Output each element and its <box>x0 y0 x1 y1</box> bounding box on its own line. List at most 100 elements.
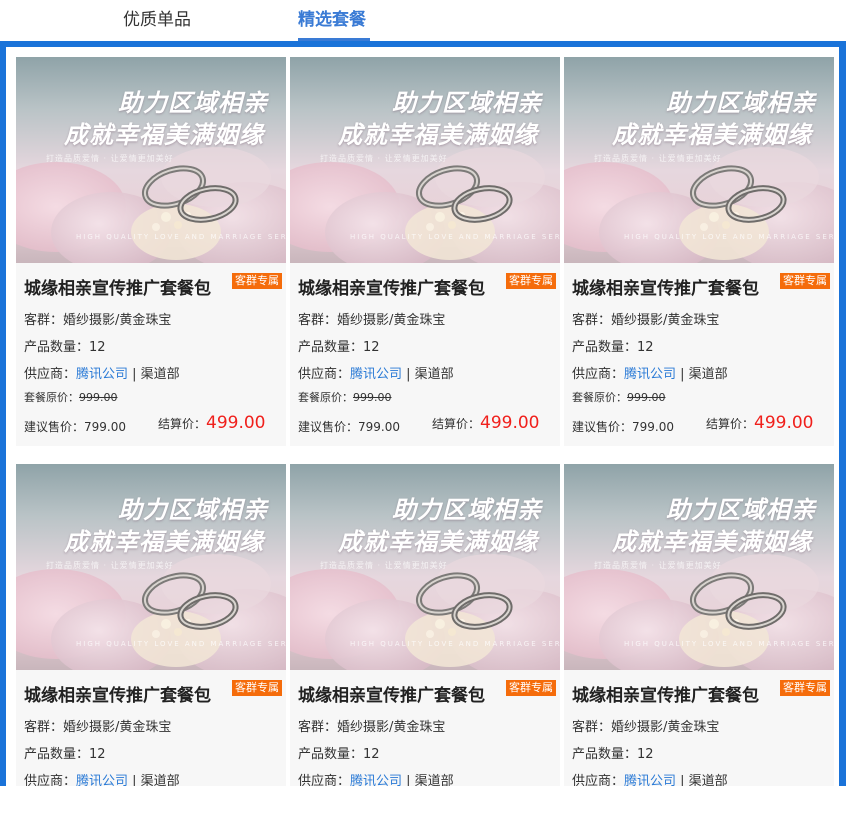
quantity-label: 产品数量： <box>298 747 364 762</box>
suggested-price-row: 建议售价：799.00 <box>572 418 674 435</box>
audience-value: 婚纱摄影/黄金珠宝 <box>337 720 446 735</box>
supplier-link[interactable]: 腾讯公司 <box>350 774 402 786</box>
package-card[interactable]: 助力区域相亲 成就幸福美满姻缘 打造品质爱情 · 让爱情更加美好 HIGH QU… <box>290 57 560 446</box>
image-subtext: 打造品质爱情 · 让爱情更加美好 <box>594 561 722 570</box>
package-title[interactable]: 城缘相亲宣传推广套餐包 <box>24 681 211 706</box>
supplier-label: 供应商： <box>298 367 351 382</box>
settlement-price-row: 结算价：499.00 <box>706 413 814 433</box>
quantity-row: 产品数量：12 <box>298 743 380 762</box>
package-card[interactable]: 助力区域相亲 成就幸福美满姻缘 打造品质爱情 · 让爱情更加美好 HIGH QU… <box>564 464 834 786</box>
package-card[interactable]: 助力区域相亲 成就幸福美满姻缘 打造品质爱情 · 让爱情更加美好 HIGH QU… <box>16 464 286 786</box>
quantity-value: 12 <box>89 747 106 762</box>
package-card[interactable]: 助力区域相亲 成就幸福美满姻缘 打造品质爱情 · 让爱情更加美好 HIGH QU… <box>564 57 834 446</box>
settlement-price-row: 结算价：499.00 <box>158 413 266 433</box>
quantity-row: 产品数量：12 <box>24 336 106 355</box>
quantity-label: 产品数量： <box>572 747 638 762</box>
audience-exclusive-badge: 客群专属 <box>506 273 556 289</box>
supplier-link[interactable]: 腾讯公司 <box>624 774 676 786</box>
quantity-value: 12 <box>363 747 380 762</box>
suggested-price: 799.00 <box>358 420 401 434</box>
tab-quality-items[interactable]: 优质单品 <box>123 8 191 32</box>
card-title-row: 城缘相亲宣传推广套餐包 客群专属 <box>572 679 830 706</box>
suggested-price: 799.00 <box>84 420 127 434</box>
image-headline-2: 成就幸福美满姻缘 <box>338 120 538 149</box>
image-headline-2: 成就幸福美满姻缘 <box>612 527 812 556</box>
supplier-link[interactable]: 腾讯公司 <box>624 367 676 382</box>
department: | 渠道部 <box>402 367 454 382</box>
suggested-price-label: 建议售价： <box>298 420 359 434</box>
audience-label: 客群： <box>298 720 338 735</box>
image-headline-2: 成就幸福美满姻缘 <box>64 527 264 556</box>
card-title-row: 城缘相亲宣传推广套餐包 客群专属 <box>24 679 282 706</box>
quantity-value: 12 <box>89 340 106 355</box>
suggested-price-row: 建议售价：799.00 <box>298 418 400 435</box>
tab-bar: 优质单品 精选套餐 <box>0 0 853 42</box>
audience-value: 婚纱摄影/黄金珠宝 <box>611 313 720 328</box>
package-image[interactable]: 助力区域相亲 成就幸福美满姻缘 打造品质爱情 · 让爱情更加美好 HIGH QU… <box>16 57 286 263</box>
audience-row: 客群：婚纱摄影/黄金珠宝 <box>572 309 719 328</box>
supplier-row: 供应商：腾讯公司 | 渠道部 <box>298 363 454 382</box>
image-footer-text: HIGH QUALITY LOVE AND MARRIAGE SERVICE <box>624 640 834 648</box>
image-subtext: 打造品质爱情 · 让爱情更加美好 <box>46 154 174 163</box>
package-image[interactable]: 助力区域相亲 成就幸福美满姻缘 打造品质爱情 · 让爱情更加美好 HIGH QU… <box>16 464 286 670</box>
card-title-row: 城缘相亲宣传推广套餐包 客群专属 <box>298 272 556 299</box>
package-title[interactable]: 城缘相亲宣传推广套餐包 <box>24 274 211 299</box>
card-title-row: 城缘相亲宣传推广套餐包 客群专属 <box>24 272 282 299</box>
package-card[interactable]: 助力区域相亲 成就幸福美满姻缘 打造品质爱情 · 让爱情更加美好 HIGH QU… <box>16 57 286 446</box>
package-image[interactable]: 助力区域相亲 成就幸福美满姻缘 打造品质爱情 · 让爱情更加美好 HIGH QU… <box>564 57 834 263</box>
package-title[interactable]: 城缘相亲宣传推广套餐包 <box>298 274 485 299</box>
quantity-label: 产品数量： <box>572 340 638 355</box>
card-title-row: 城缘相亲宣传推广套餐包 客群专属 <box>572 272 830 299</box>
supplier-row: 供应商：腾讯公司 | 渠道部 <box>298 770 454 786</box>
supplier-link[interactable]: 腾讯公司 <box>350 367 402 382</box>
audience-row: 客群：婚纱摄影/黄金珠宝 <box>24 309 171 328</box>
package-image[interactable]: 助力区域相亲 成就幸福美满姻缘 打造品质爱情 · 让爱情更加美好 HIGH QU… <box>290 464 560 670</box>
quantity-row: 产品数量：12 <box>24 743 106 762</box>
image-headline-2: 成就幸福美满姻缘 <box>64 120 264 149</box>
original-price-label: 套餐原价： <box>572 391 627 404</box>
quantity-value: 12 <box>637 747 654 762</box>
audience-row: 客群：婚纱摄影/黄金珠宝 <box>298 309 445 328</box>
package-image[interactable]: 助力区域相亲 成就幸福美满姻缘 打造品质爱情 · 让爱情更加美好 HIGH QU… <box>564 464 834 670</box>
supplier-label: 供应商： <box>24 367 77 382</box>
original-price: 999.00 <box>353 391 392 404</box>
settlement-price: 499.00 <box>206 413 266 433</box>
supplier-link[interactable]: 腾讯公司 <box>76 367 128 382</box>
image-headline-1: 助力区域相亲 <box>392 495 542 524</box>
image-footer-text: HIGH QUALITY LOVE AND MARRIAGE SERVICE <box>76 640 286 648</box>
quantity-value: 12 <box>363 340 380 355</box>
suggested-price: 799.00 <box>632 420 675 434</box>
package-title[interactable]: 城缘相亲宣传推广套餐包 <box>572 274 759 299</box>
tab-selected-packages[interactable]: 精选套餐 <box>298 8 366 32</box>
original-price-row: 套餐原价：999.00 <box>298 389 392 405</box>
settlement-price-label: 结算价： <box>158 417 207 431</box>
audience-value: 婚纱摄影/黄金珠宝 <box>63 313 172 328</box>
supplier-link[interactable]: 腾讯公司 <box>76 774 128 786</box>
image-subtext: 打造品质爱情 · 让爱情更加美好 <box>320 154 448 163</box>
department: | 渠道部 <box>128 774 180 786</box>
settlement-price-label: 结算价： <box>432 417 481 431</box>
settlement-price: 499.00 <box>480 413 540 433</box>
department: | 渠道部 <box>128 367 180 382</box>
package-image[interactable]: 助力区域相亲 成就幸福美满姻缘 打造品质爱情 · 让爱情更加美好 HIGH QU… <box>290 57 560 263</box>
image-subtext: 打造品质爱情 · 让爱情更加美好 <box>320 561 448 570</box>
quantity-row: 产品数量：12 <box>572 336 654 355</box>
package-title[interactable]: 城缘相亲宣传推广套餐包 <box>298 681 485 706</box>
supplier-label: 供应商： <box>298 774 351 786</box>
original-price-row: 套餐原价：999.00 <box>24 389 118 405</box>
image-headline-1: 助力区域相亲 <box>118 88 268 117</box>
package-list-frame: 助力区域相亲 成就幸福美满姻缘 打造品质爱情 · 让爱情更加美好 HIGH QU… <box>0 41 846 786</box>
audience-exclusive-badge: 客群专属 <box>780 680 830 696</box>
audience-row: 客群：婚纱摄影/黄金珠宝 <box>24 716 171 735</box>
image-footer-text: HIGH QUALITY LOVE AND MARRIAGE SERVICE <box>350 640 560 648</box>
suggested-price-row: 建议售价：799.00 <box>24 418 126 435</box>
package-title[interactable]: 城缘相亲宣传推广套餐包 <box>572 681 759 706</box>
original-price-label: 套餐原价： <box>298 391 353 404</box>
supplier-label: 供应商： <box>572 774 625 786</box>
package-card[interactable]: 助力区域相亲 成就幸福美满姻缘 打造品质爱情 · 让爱情更加美好 HIGH QU… <box>290 464 560 786</box>
audience-exclusive-badge: 客群专属 <box>780 273 830 289</box>
image-footer-text: HIGH QUALITY LOVE AND MARRIAGE SERVICE <box>76 233 286 241</box>
department: | 渠道部 <box>676 367 728 382</box>
audience-label: 客群： <box>572 313 612 328</box>
department: | 渠道部 <box>402 774 454 786</box>
